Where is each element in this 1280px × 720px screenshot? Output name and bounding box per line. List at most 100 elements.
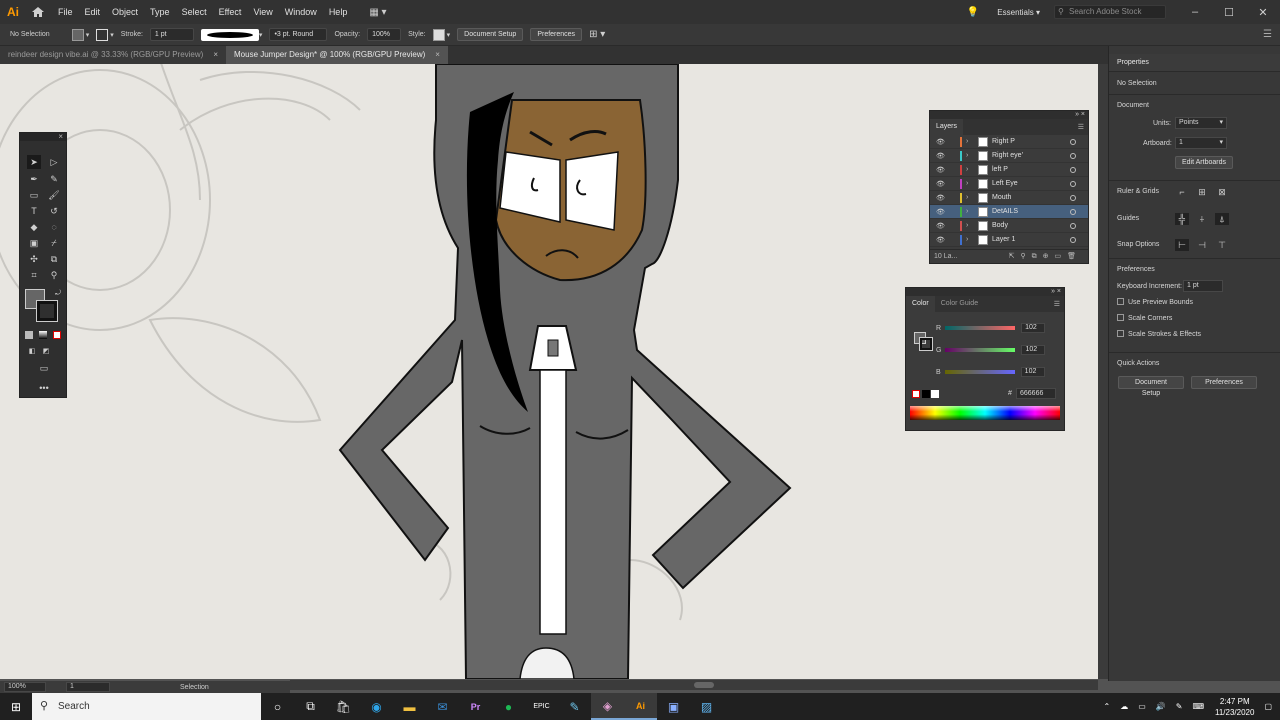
expand-chevron-icon[interactable]: › [966, 194, 974, 201]
swap-colors-icon[interactable]: ⤾ [51, 287, 65, 301]
use-preview-bounds-checkbox[interactable]: Use Preview Bounds [1117, 298, 1193, 306]
qa-preferences-button[interactable]: Preferences [1191, 376, 1257, 389]
network-icon[interactable]: ▭ [1138, 702, 1146, 711]
photos-icon[interactable]: ▨ [690, 693, 723, 720]
video-app-icon[interactable]: ▣ [657, 693, 690, 720]
direct-selection-tool-icon[interactable]: ▷ [47, 155, 61, 169]
snap-glyph-icon[interactable]: ⊤ [1215, 239, 1229, 251]
mail-icon[interactable]: ✉ [426, 693, 459, 720]
opacity-field[interactable]: 100% [367, 28, 402, 41]
screen-mode-icon[interactable]: ▭ [37, 361, 51, 375]
expand-chevron-icon[interactable]: › [966, 166, 974, 173]
target-circle-icon[interactable] [1070, 152, 1076, 159]
target-circle-icon[interactable] [1070, 138, 1076, 145]
stroke-swatch[interactable]: ▾ [96, 28, 114, 41]
illustrator-icon[interactable]: Ai [624, 693, 657, 720]
layer-row[interactable]: 👁 › DetAILS [930, 205, 1088, 219]
fill-swatch[interactable]: ▾ [71, 28, 89, 41]
preferences-button[interactable]: Preferences [530, 28, 583, 41]
white-swatch[interactable] [931, 390, 939, 398]
layer-row[interactable]: 👁 › Right P [930, 135, 1088, 149]
expand-chevron-icon[interactable]: › [966, 208, 974, 215]
visibility-eye-icon[interactable]: 👁 [936, 138, 948, 146]
color-mode-icon[interactable] [25, 331, 33, 339]
menu-select[interactable]: Select [182, 7, 207, 17]
expand-chevron-icon[interactable]: › [966, 152, 974, 159]
layer-row[interactable]: 👁 › Layer 1 [930, 233, 1088, 247]
panel-close-icon[interactable]: × [20, 133, 66, 141]
layer-row[interactable]: 👁 › Body [930, 219, 1088, 233]
layer-name[interactable]: Right P [992, 138, 1070, 145]
close-window-button[interactable]: ✕ [1246, 6, 1280, 19]
none-mode-icon[interactable] [53, 331, 61, 339]
none-swatch[interactable] [912, 390, 920, 398]
more-tools-icon[interactable]: ••• [37, 381, 51, 395]
green-value-field[interactable]: 102 [1021, 345, 1046, 355]
file-explorer-icon[interactable]: ▬ [393, 693, 426, 720]
premiere-icon[interactable]: Pr [459, 693, 492, 720]
visibility-eye-icon[interactable]: 👁 [936, 152, 948, 160]
target-circle-icon[interactable] [1070, 222, 1076, 229]
layer-name[interactable]: Mouth [992, 194, 1070, 201]
stroke-color-swatch[interactable] [36, 300, 58, 322]
target-circle-icon[interactable] [1070, 166, 1076, 173]
menu-view[interactable]: View [253, 7, 272, 17]
target-circle-icon[interactable] [1070, 180, 1076, 187]
panel-collapse-icon[interactable]: » × [930, 111, 1088, 119]
layer-name[interactable]: Right eye' [992, 152, 1070, 159]
maximize-button[interactable]: ☐ [1212, 6, 1246, 19]
volume-icon[interactable]: 🔊 [1156, 702, 1166, 711]
menu-help[interactable]: Help [329, 7, 348, 17]
black-swatch[interactable] [922, 390, 930, 398]
language-icon[interactable]: ⌨ [1192, 702, 1204, 711]
eraser-tool-icon[interactable]: ◆ [27, 220, 41, 234]
tab-color-guide[interactable]: Color Guide [935, 296, 984, 312]
panel-collapse-icon[interactable]: » × [906, 288, 1064, 296]
visibility-eye-icon[interactable]: 👁 [936, 236, 948, 244]
cortana-icon[interactable]: ○ [261, 693, 294, 720]
color-stroke-preview[interactable] [919, 337, 933, 351]
visibility-eye-icon[interactable]: 👁 [936, 180, 948, 188]
red-slider[interactable] [945, 326, 1016, 330]
draw-behind-icon[interactable]: ◩ [39, 345, 53, 359]
home-icon[interactable] [28, 5, 48, 19]
curvature-tool-icon[interactable]: ✎ [47, 172, 61, 186]
blend-tool-icon[interactable]: ⧉ [47, 252, 61, 266]
panel-menu-icon[interactable]: ☰ [1054, 300, 1060, 308]
layer-row[interactable]: 👁 › left P [930, 163, 1088, 177]
stock-search-input[interactable]: ⚲ Search Adobe Stock [1054, 5, 1166, 19]
menu-effect[interactable]: Effect [219, 7, 242, 17]
taskbar-search-input[interactable]: ⚲ Search [32, 693, 261, 720]
visibility-eye-icon[interactable]: 👁 [936, 208, 948, 216]
store-icon[interactable]: 🛍 [327, 693, 360, 720]
brush-definition[interactable]: • 3 pt. Round [269, 28, 328, 41]
pen-tray-icon[interactable]: ✎ [1176, 702, 1183, 711]
artboard-select[interactable]: 1 ▾ [1175, 137, 1227, 149]
target-circle-icon[interactable] [1070, 194, 1076, 201]
hex-value-field[interactable]: 666666 [1016, 388, 1056, 399]
expand-chevron-icon[interactable]: › [966, 236, 974, 243]
edit-artboards-button[interactable]: Edit Artboards [1175, 156, 1233, 169]
artboard-nav-field[interactable]: 1 [66, 682, 110, 692]
visibility-eye-icon[interactable]: 👁 [936, 194, 948, 202]
qa-document-setup-button[interactable]: Document Setup [1118, 376, 1184, 397]
properties-title[interactable]: Properties [1117, 59, 1149, 66]
close-tab-icon[interactable]: × [213, 46, 218, 64]
menu-window[interactable]: Window [285, 7, 317, 17]
type-tool-icon[interactable]: T [27, 204, 41, 218]
color-spectrum[interactable] [910, 406, 1060, 420]
layer-row[interactable]: 👁 › Left Eye [930, 177, 1088, 191]
horizontal-scrollbar[interactable] [290, 680, 1098, 690]
red-value-field[interactable]: 102 [1021, 323, 1046, 333]
units-select[interactable]: Points ▾ [1175, 117, 1227, 129]
zoom-field[interactable]: 100% [4, 682, 46, 692]
layer-name[interactable]: Body [992, 222, 1070, 229]
menu-type[interactable]: Type [150, 7, 170, 17]
pen-app-icon[interactable]: ✎ [558, 693, 591, 720]
tab-reindeer[interactable]: reindeer design vibe.ai @ 33.33% (RGB/GP… [0, 46, 226, 64]
selection-tool-icon[interactable]: ➤ [27, 155, 41, 169]
clock[interactable]: 2:47 PM 11/23/2020 [1215, 696, 1254, 718]
tab-layers[interactable]: Layers [930, 119, 964, 135]
scroll-thumb[interactable] [694, 682, 714, 688]
lightbulb-icon[interactable]: 💡 [967, 7, 979, 18]
